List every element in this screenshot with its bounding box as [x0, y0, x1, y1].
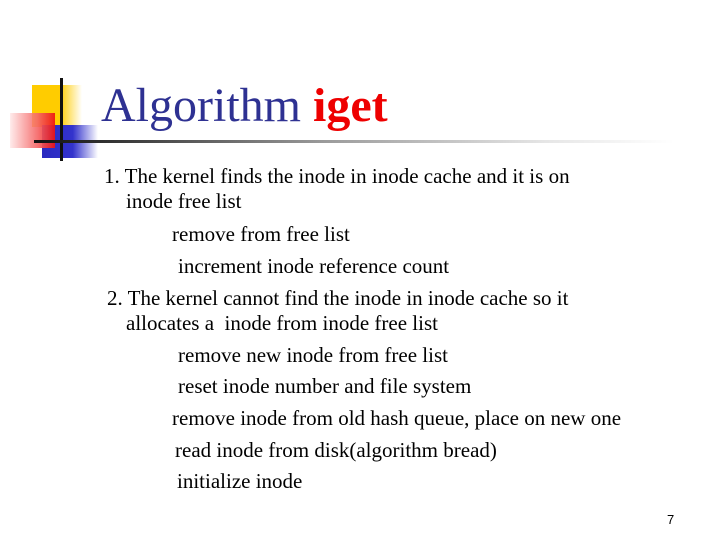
- body-line-step-1-cont: inode free list: [126, 189, 242, 213]
- page-number: 7: [667, 512, 675, 527]
- body-line-step-2: 2. The kernel cannot find the inode in i…: [107, 286, 569, 310]
- body-line-substep: initialize inode: [177, 469, 303, 493]
- body-line-substep: increment inode reference count: [178, 254, 450, 278]
- body-line-substep: reset inode number and file system: [178, 374, 472, 398]
- slide: Algorithm iget 1. The kernel finds the i…: [0, 0, 720, 540]
- body-line-substep: remove new inode from free list: [178, 343, 448, 367]
- body-line-step-2-cont: allocates a inode from inode free list: [126, 311, 438, 335]
- slide-body: 1. The kernel finds the inode in inode c…: [0, 0, 720, 540]
- body-line-substep: remove inode from old hash queue, place …: [172, 406, 622, 430]
- body-line-substep: read inode from disk(algorithm bread): [175, 438, 497, 462]
- body-line-substep: remove from free list: [172, 222, 350, 246]
- body-line-step-1: 1. The kernel finds the inode in inode c…: [104, 164, 570, 188]
